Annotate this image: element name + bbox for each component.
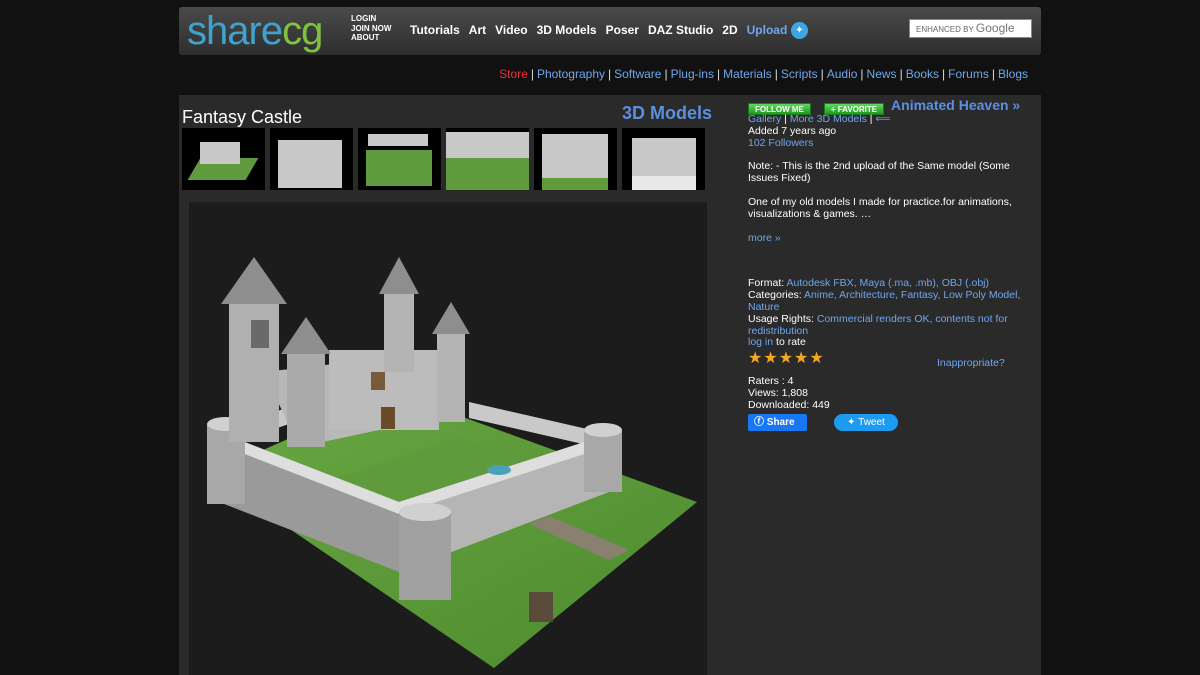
- twitter-bird-icon: ✦: [847, 416, 856, 428]
- nav-daz-studio[interactable]: DAZ Studio: [648, 23, 713, 37]
- account-links: LOGIN JOIN NOW ABOUT: [351, 14, 391, 43]
- nav-art[interactable]: Art: [469, 23, 486, 37]
- downloaded-count: Downloaded: 449: [748, 398, 830, 411]
- star-icon[interactable]: ★: [748, 351, 762, 367]
- nav-software[interactable]: Software: [614, 67, 661, 81]
- followers-link[interactable]: 102 Followers: [748, 137, 813, 149]
- thumbnail[interactable]: [182, 128, 265, 190]
- login-to-rate-link[interactable]: log in: [748, 336, 773, 348]
- thumbnail[interactable]: [358, 128, 441, 190]
- star-icon[interactable]: ★: [763, 351, 777, 367]
- nav-forums[interactable]: Forums: [948, 67, 989, 81]
- nav-upload[interactable]: Upload: [747, 23, 788, 37]
- nav-books[interactable]: Books: [906, 67, 939, 81]
- main-nav: Tutorials Art Video 3D Models Poser DAZ …: [410, 23, 796, 37]
- facebook-icon: ⓕ: [754, 416, 764, 428]
- description-text: One of my old models I made for practice…: [748, 195, 1012, 220]
- note-text: Note: - This is the 2nd upload of the Sa…: [748, 160, 1010, 185]
- nav-3d-models[interactable]: 3D Models: [537, 23, 597, 37]
- nav-materials[interactable]: Materials: [723, 67, 772, 81]
- nav-poser[interactable]: Poser: [606, 23, 639, 37]
- gallery-link[interactable]: Gallery: [748, 113, 781, 125]
- content-panel: Fantasy Castle 3D Models FOLLOW ME + FAV…: [179, 95, 1041, 675]
- join-now-link[interactable]: JOIN NOW: [351, 24, 391, 34]
- castle-render: [207, 257, 697, 668]
- nav-tutorials[interactable]: Tutorials: [410, 23, 460, 37]
- nav-video[interactable]: Video: [495, 23, 527, 37]
- star-icon[interactable]: ★: [794, 351, 808, 367]
- facebook-share-button[interactable]: ⓕ Share: [748, 413, 807, 431]
- arrow-left-icon: ⟸: [875, 113, 891, 125]
- nav-scripts[interactable]: Scripts: [781, 67, 818, 81]
- about-link[interactable]: ABOUT: [351, 33, 391, 43]
- details-sidebar: FOLLOW ME + FAVORITE Animated Heaven » G…: [748, 98, 1033, 431]
- inappropriate-link[interactable]: Inappropriate?: [937, 357, 1005, 370]
- nav-blogs[interactable]: Blogs: [998, 67, 1028, 81]
- thumbnail[interactable]: [534, 128, 617, 190]
- nav-photography[interactable]: Photography: [537, 67, 605, 81]
- thumbnail[interactable]: [270, 128, 353, 190]
- star-icon[interactable]: ★: [779, 351, 793, 367]
- nav-news[interactable]: News: [867, 67, 897, 81]
- google-search-input[interactable]: ENHANCED BY Google: [909, 19, 1032, 38]
- thumbnail-strip: [182, 128, 705, 190]
- login-link[interactable]: LOGIN: [351, 14, 391, 24]
- twitter-icon[interactable]: ✦: [791, 22, 808, 39]
- thumbnail[interactable]: [622, 128, 705, 190]
- model-preview-image[interactable]: [189, 202, 707, 675]
- sharecg-logo[interactable]: sharecg: [187, 9, 323, 53]
- author-link[interactable]: Animated Heaven »: [891, 97, 1020, 113]
- more-models-link[interactable]: More 3D Models: [790, 113, 867, 125]
- formats-links[interactable]: Autodesk FBX, Maya (.ma, .mb), OBJ (.obj…: [787, 277, 989, 289]
- site-header: sharecg LOGIN JOIN NOW ABOUT Tutorials A…: [179, 7, 1041, 55]
- views-count: Views: 1,808: [748, 386, 808, 399]
- nav-plug-ins[interactable]: Plug-ins: [671, 67, 714, 81]
- nav-audio[interactable]: Audio: [827, 67, 858, 81]
- page-title: Fantasy Castle: [182, 107, 303, 127]
- nav-store[interactable]: Store: [499, 67, 528, 81]
- more-link[interactable]: more »: [748, 232, 781, 244]
- category-link[interactable]: 3D Models: [622, 103, 712, 124]
- nav-2d[interactable]: 2D: [722, 23, 737, 37]
- page: sharecg LOGIN JOIN NOW ABOUT Tutorials A…: [0, 0, 1200, 675]
- tweet-button[interactable]: ✦ Tweet: [834, 413, 898, 431]
- secondary-nav: Store | Photography | Software | Plug-ins | Mate…: [499, 67, 1028, 81]
- star-icon[interactable]: ★: [809, 351, 823, 367]
- thumbnail[interactable]: [446, 128, 529, 190]
